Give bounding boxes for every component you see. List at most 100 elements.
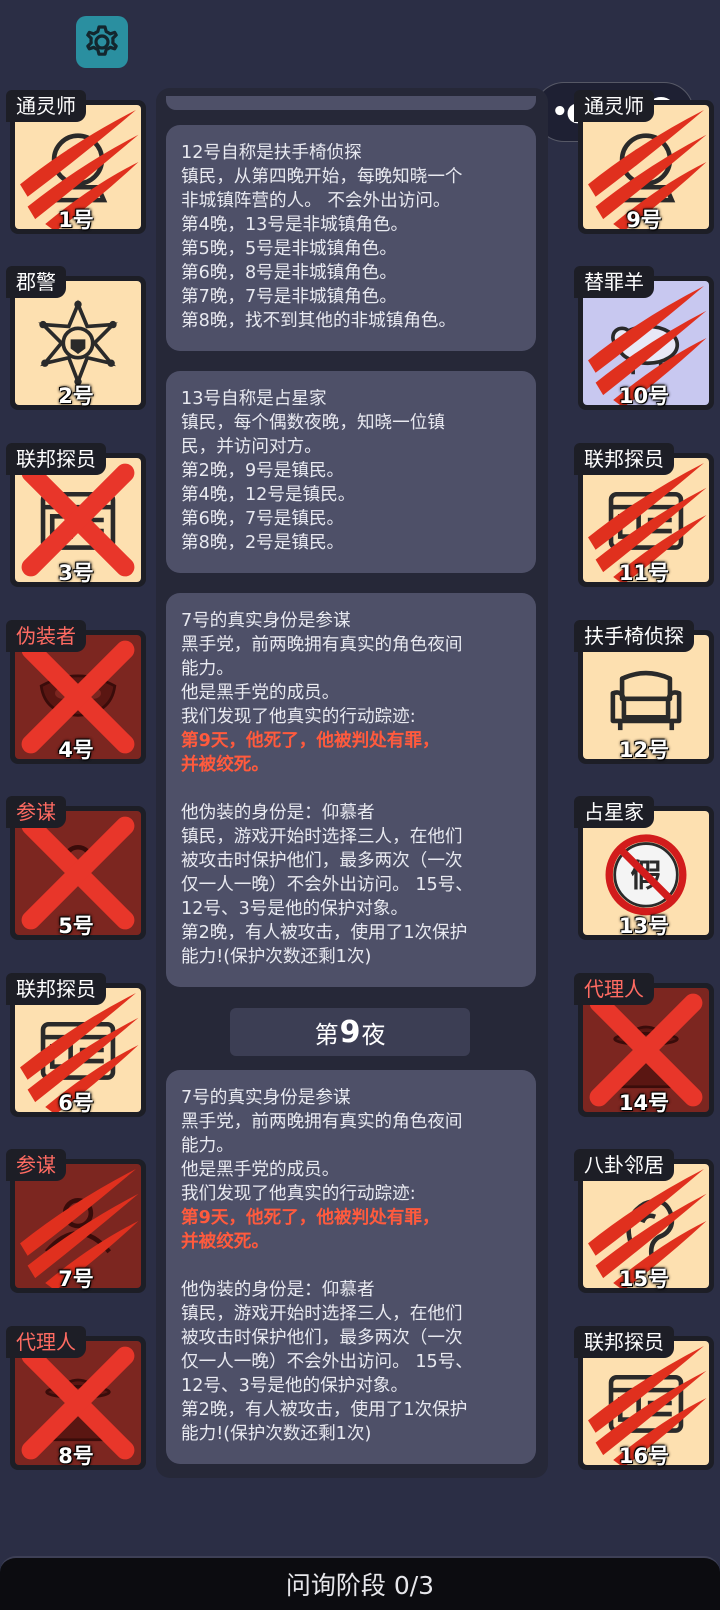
log-line: 第2晚，9号是镇民。 <box>181 461 345 481</box>
log-line: 能力!(保护次数还剩1次) <box>181 947 372 967</box>
player-card[interactable]: 伪装者 4号 <box>6 620 146 770</box>
player-number: 4号 <box>58 738 94 762</box>
log-line: 第7晚，7号是非城镇角色。 <box>181 287 397 307</box>
player-number: 9号 <box>626 208 662 232</box>
settings-button[interactable] <box>76 16 128 68</box>
player-number: 13号 <box>618 914 670 938</box>
player-card[interactable]: 代理人 8号 <box>6 1326 146 1476</box>
log-line: 12号、3号是他的保护对象。 <box>181 1376 409 1396</box>
log-message: 13号自称是占星家 镇民，每个偶数夜晚，知晓一位镇 民，并访问对方。 第2晚，9号是镇… <box>166 371 536 573</box>
night-number: 9 <box>339 1014 361 1050</box>
log-line: 12号自称是扶手椅侦探 <box>181 143 362 163</box>
role-tag: 伪装者 <box>6 620 86 652</box>
log-line: 他是黑手党的成员。 <box>181 1160 340 1180</box>
role-tag: 联邦探员 <box>6 443 106 475</box>
log-highlight-line: 并被绞死。 <box>181 755 269 775</box>
role-tag: 联邦探员 <box>6 973 106 1005</box>
log-line: 我们发现了他真实的行动踪迹: <box>181 707 416 727</box>
log-line: 第4晚，13号是非城镇角色。 <box>181 215 409 235</box>
log-line: 镇民，从第四晚开始，每晚知晓一个 <box>181 167 463 187</box>
log-message: 7号的真实身份是参谋 黑手党，前两晚拥有真实的角色夜间 能力。 他是黑手党的成员。 我们… <box>166 593 536 987</box>
player-number: 1号 <box>58 208 94 232</box>
role-tag: 代理人 <box>6 1326 86 1358</box>
player-card[interactable]: 通灵师 9号 <box>574 90 714 240</box>
player-card[interactable]: 联邦探员 11号 <box>574 443 714 593</box>
log-line: 镇民，游戏开始时选择三人，在他们 <box>181 1304 463 1324</box>
player-number: 7号 <box>58 1267 94 1291</box>
log-highlight-line: 并被绞死。 <box>181 1232 269 1252</box>
log-line: 第6晚，8号是非城镇角色。 <box>181 263 397 283</box>
log-message: 12号自称是扶手椅侦探镇民，从第四晚开始，每晚知晓一个 非城镇阵营的人。 不会外出… <box>166 125 536 351</box>
log-line: 能力。 <box>181 659 234 679</box>
player-card[interactable]: 联邦探员 16号 <box>574 1326 714 1476</box>
log-line: 我们发现了他真实的行动踪迹: <box>181 1184 416 1204</box>
role-tag: 参谋 <box>6 796 66 828</box>
log-line: 仅一人一晚）不会外出访问。 15号、 <box>181 1352 473 1372</box>
player-card[interactable]: 八卦邻居 15号 <box>574 1149 714 1299</box>
player-card[interactable]: 扶手椅侦探 12号 <box>574 620 714 770</box>
night-suffix: 夜 <box>361 1020 386 1049</box>
player-number: 2号 <box>58 384 94 408</box>
role-tag: 占星家 <box>574 796 654 828</box>
player-card[interactable]: 假占星家 13号 <box>574 796 714 946</box>
role-tag: 扶手椅侦探 <box>574 620 694 652</box>
log-line: 他伪装的身份是：仰慕者 <box>181 1280 375 1300</box>
log-line: 民，并访问对方。 <box>181 437 322 457</box>
log-highlight-line: 第9天，他死了，他被判处有罪， <box>181 731 440 751</box>
player-card[interactable]: 郡警 2号 <box>6 266 146 416</box>
role-tag: 联邦探员 <box>574 1326 674 1358</box>
log-line: 被攻击时保护他们，最多两次（一次 <box>181 1328 463 1348</box>
log-line: 第5晚，5号是非城镇角色。 <box>181 239 397 259</box>
sheriff-badge-icon <box>32 297 124 389</box>
log-line: 能力!(保护次数还剩1次) <box>181 1424 372 1444</box>
log-line: 第4晚，12号是镇民。 <box>181 485 356 505</box>
player-number: 6号 <box>58 1091 94 1115</box>
log-line: 镇民，游戏开始时选择三人，在他们 <box>181 827 463 847</box>
log-line: 非城镇阵营的人。 不会外出访问。 <box>181 191 451 211</box>
log-line: 能力。 <box>181 1136 234 1156</box>
previous-message-stub <box>166 96 536 110</box>
player-number: 10号 <box>618 384 670 408</box>
player-number: 3号 <box>58 561 94 585</box>
gear-icon <box>86 25 118 56</box>
game-log-panel[interactable]: 12号自称是扶手椅侦探镇民，从第四晚开始，每晚知晓一个 非城镇阵营的人。 不会外出… <box>156 88 548 1478</box>
player-card[interactable]: 联邦探员 6号 <box>6 973 146 1123</box>
log-message: 7号的真实身份是参谋 黑手党，前两晚拥有真实的角色夜间 能力。 他是黑手党的成员。 我们… <box>166 1070 536 1464</box>
fake-seal-icon: 假 <box>600 827 692 919</box>
role-tag: 通灵师 <box>6 90 86 122</box>
player-card[interactable]: 联邦探员 3号 <box>6 443 146 593</box>
player-number: 12号 <box>618 738 670 762</box>
role-tag: 参谋 <box>6 1149 66 1181</box>
player-card[interactable]: 通灵师 1号 <box>6 90 146 240</box>
night-divider: 第 9 夜 <box>230 1008 470 1056</box>
log-line: 他伪装的身份是：仰慕者 <box>181 803 375 823</box>
log-line: 第6晚，7号是镇民。 <box>181 509 345 529</box>
log-line: 第2晚，有人被攻击，使用了1次保护 <box>181 923 468 943</box>
log-line: 他是黑手党的成员。 <box>181 683 340 703</box>
role-tag: 代理人 <box>574 973 654 1005</box>
log-line: 7号的真实身份是参谋 <box>181 1088 351 1108</box>
player-number: 11号 <box>618 561 670 585</box>
log-line: 第8晚，找不到其他的非城镇角色。 <box>181 311 457 331</box>
log-line: 第8晚，2号是镇民。 <box>181 533 345 553</box>
log-line: 镇民，每个偶数夜晚，知晓一位镇 <box>181 413 445 433</box>
player-number: 16号 <box>618 1444 670 1468</box>
player-number: 8号 <box>58 1444 94 1468</box>
player-number: 14号 <box>618 1091 670 1115</box>
phase-bar: 问询阶段 0/3 <box>0 1556 720 1610</box>
player-card[interactable]: 替罪羊 10号 <box>574 266 714 416</box>
log-line: 第2晚，有人被攻击，使用了1次保护 <box>181 1400 468 1420</box>
phase-label: 问询阶段 0/3 <box>285 1571 435 1600</box>
role-tag: 替罪羊 <box>574 266 654 298</box>
role-tag: 郡警 <box>6 266 66 298</box>
log-line: 黑手党，前两晚拥有真实的角色夜间 <box>181 635 463 655</box>
role-tag: 通灵师 <box>574 90 654 122</box>
armchair-icon <box>600 651 692 743</box>
role-tag: 联邦探员 <box>574 443 674 475</box>
log-line <box>181 777 521 801</box>
player-card[interactable]: 代理人 14号 <box>574 973 714 1123</box>
log-line: 仅一人一晚）不会外出访问。 15号、 <box>181 875 473 895</box>
log-line <box>181 1254 521 1278</box>
player-card[interactable]: 参谋 7号 <box>6 1149 146 1299</box>
player-card[interactable]: 参谋 5号 <box>6 796 146 946</box>
